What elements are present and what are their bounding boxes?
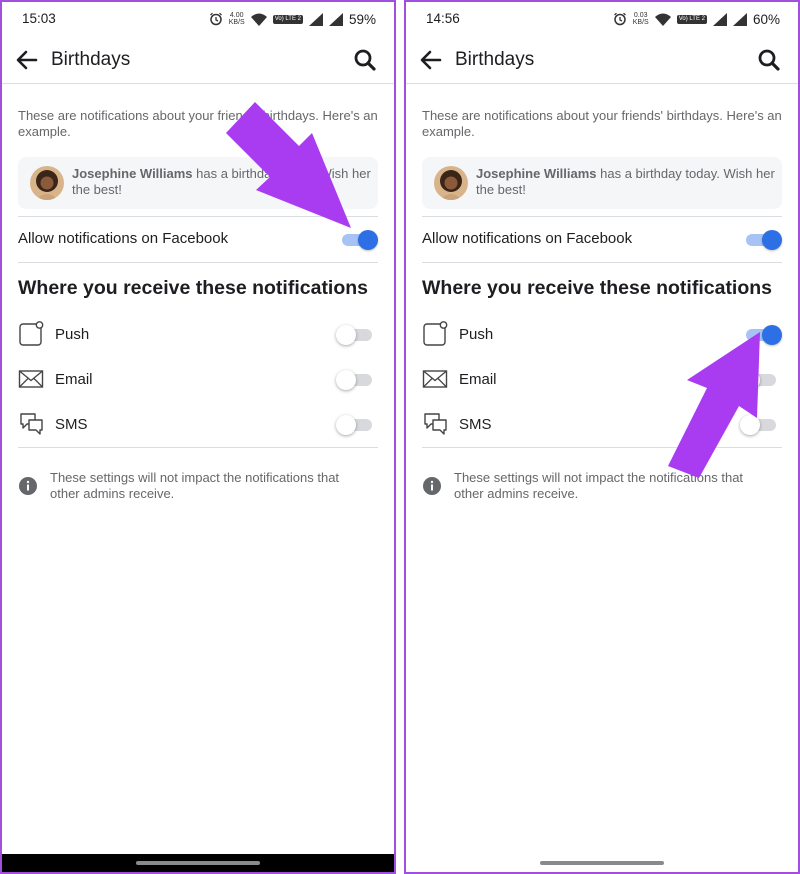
status-bar: 15:03 4.00 KB/S Vo) LTE 2 59% [2,2,394,36]
example-friend-name: Josephine Williams [72,166,193,181]
sms-icon [20,413,43,435]
sms-row: SMS [18,407,378,443]
allow-notifications-row: Allow notifications on Facebook [422,218,782,262]
email-label: Email [459,371,497,388]
page-title: Birthdays [455,49,535,70]
search-icon[interactable] [352,47,378,73]
divider [422,216,782,217]
alarm-icon [613,12,626,26]
example-text: Josephine Williams has a birthday today.… [72,166,372,198]
intro-text: These are notifications about your frien… [18,108,378,139]
sms-row: SMS [422,407,782,443]
screenshot-comparison: 15:03 4.00 KB/S Vo) LTE 2 59% Birthdays … [0,0,800,874]
signal-icon [712,12,727,26]
sms-toggle[interactable] [740,414,778,436]
push-label: Push [459,326,494,343]
push-label: Push [55,326,90,343]
status-bar: 14:56 0.03 KB/S Vo) LTE 2 60% [406,2,798,36]
divider [18,216,378,217]
push-row: Push [18,317,378,353]
push-notification-icon [19,321,44,346]
sms-label: SMS [459,416,492,433]
push-row: Push [422,317,782,353]
sms-toggle[interactable] [336,414,374,436]
avatar [434,166,468,200]
page-title: Birthdays [51,49,131,70]
network-speed: 4.00 KB/S [228,12,245,26]
email-icon [422,370,448,388]
sms-icon [424,413,447,435]
signal-icon-secondary [328,12,343,26]
admin-note: These settings will not impact the notif… [422,468,782,508]
example-notification-card: Josephine Williams has a birthday today.… [422,157,782,209]
info-icon [423,477,441,495]
example-text: Josephine Williams has a birthday today.… [476,166,776,198]
allow-notifications-toggle[interactable] [340,229,378,251]
wifi-icon [654,13,671,26]
email-label: Email [55,371,93,388]
section-title: Where you receive these notifications [422,277,773,299]
info-icon [19,477,37,495]
email-toggle[interactable] [336,369,374,391]
email-icon [18,370,44,388]
home-indicator[interactable] [540,861,664,865]
push-toggle[interactable] [744,324,782,346]
allow-notifications-label: Allow notifications on Facebook [18,230,229,247]
status-icons: 0.03 KB/S Vo) LTE 2 60% [613,10,780,28]
phone-screen-left: 15:03 4.00 KB/S Vo) LTE 2 59% Birthdays … [0,0,396,874]
allow-notifications-label: Allow notifications on Facebook [422,230,633,247]
status-icons: 4.00 KB/S Vo) LTE 2 59% [209,10,376,28]
battery-percent: 59% [348,11,376,27]
push-notification-icon [423,321,448,346]
divider [18,447,378,448]
intro-text: These are notifications about your frien… [422,108,782,139]
battery-percent: 60% [752,11,780,27]
avatar [30,166,64,200]
app-header: Birthdays [2,36,394,84]
system-navigation-bar [406,854,798,872]
admin-note: These settings will not impact the notif… [18,468,378,508]
example-friend-name: Josephine Williams [476,166,597,181]
search-icon[interactable] [756,47,782,73]
alarm-icon [209,12,222,26]
admin-note-text: These settings will not impact the notif… [50,470,340,501]
signal-icon-secondary [732,12,747,26]
allow-notifications-toggle[interactable] [744,229,782,251]
back-arrow-icon[interactable] [14,47,40,73]
example-notification-card: Josephine Williams has a birthday today.… [18,157,378,209]
volte-badge: Vo) LTE 2 [272,14,303,24]
system-navigation-bar [2,854,394,872]
email-row: Email [18,362,378,398]
phone-screen-right: 14:56 0.03 KB/S Vo) LTE 2 60% Birthdays … [404,0,800,874]
volte-badge: Vo) LTE 2 [676,14,707,24]
admin-note-text: These settings will not impact the notif… [454,470,744,501]
status-time: 14:56 [426,11,460,26]
divider [422,447,782,448]
network-speed: 0.03 KB/S [632,12,649,26]
home-indicator[interactable] [136,861,260,865]
email-toggle[interactable] [740,369,778,391]
divider [18,262,378,263]
allow-notifications-row: Allow notifications on Facebook [18,218,378,262]
app-header: Birthdays [406,36,798,84]
sms-label: SMS [55,416,88,433]
wifi-icon [250,13,267,26]
status-time: 15:03 [22,11,56,26]
back-arrow-icon[interactable] [418,47,444,73]
divider [422,262,782,263]
signal-icon [308,12,323,26]
section-title: Where you receive these notifications [18,277,369,299]
email-row: Email [422,362,782,398]
push-toggle[interactable] [336,324,374,346]
